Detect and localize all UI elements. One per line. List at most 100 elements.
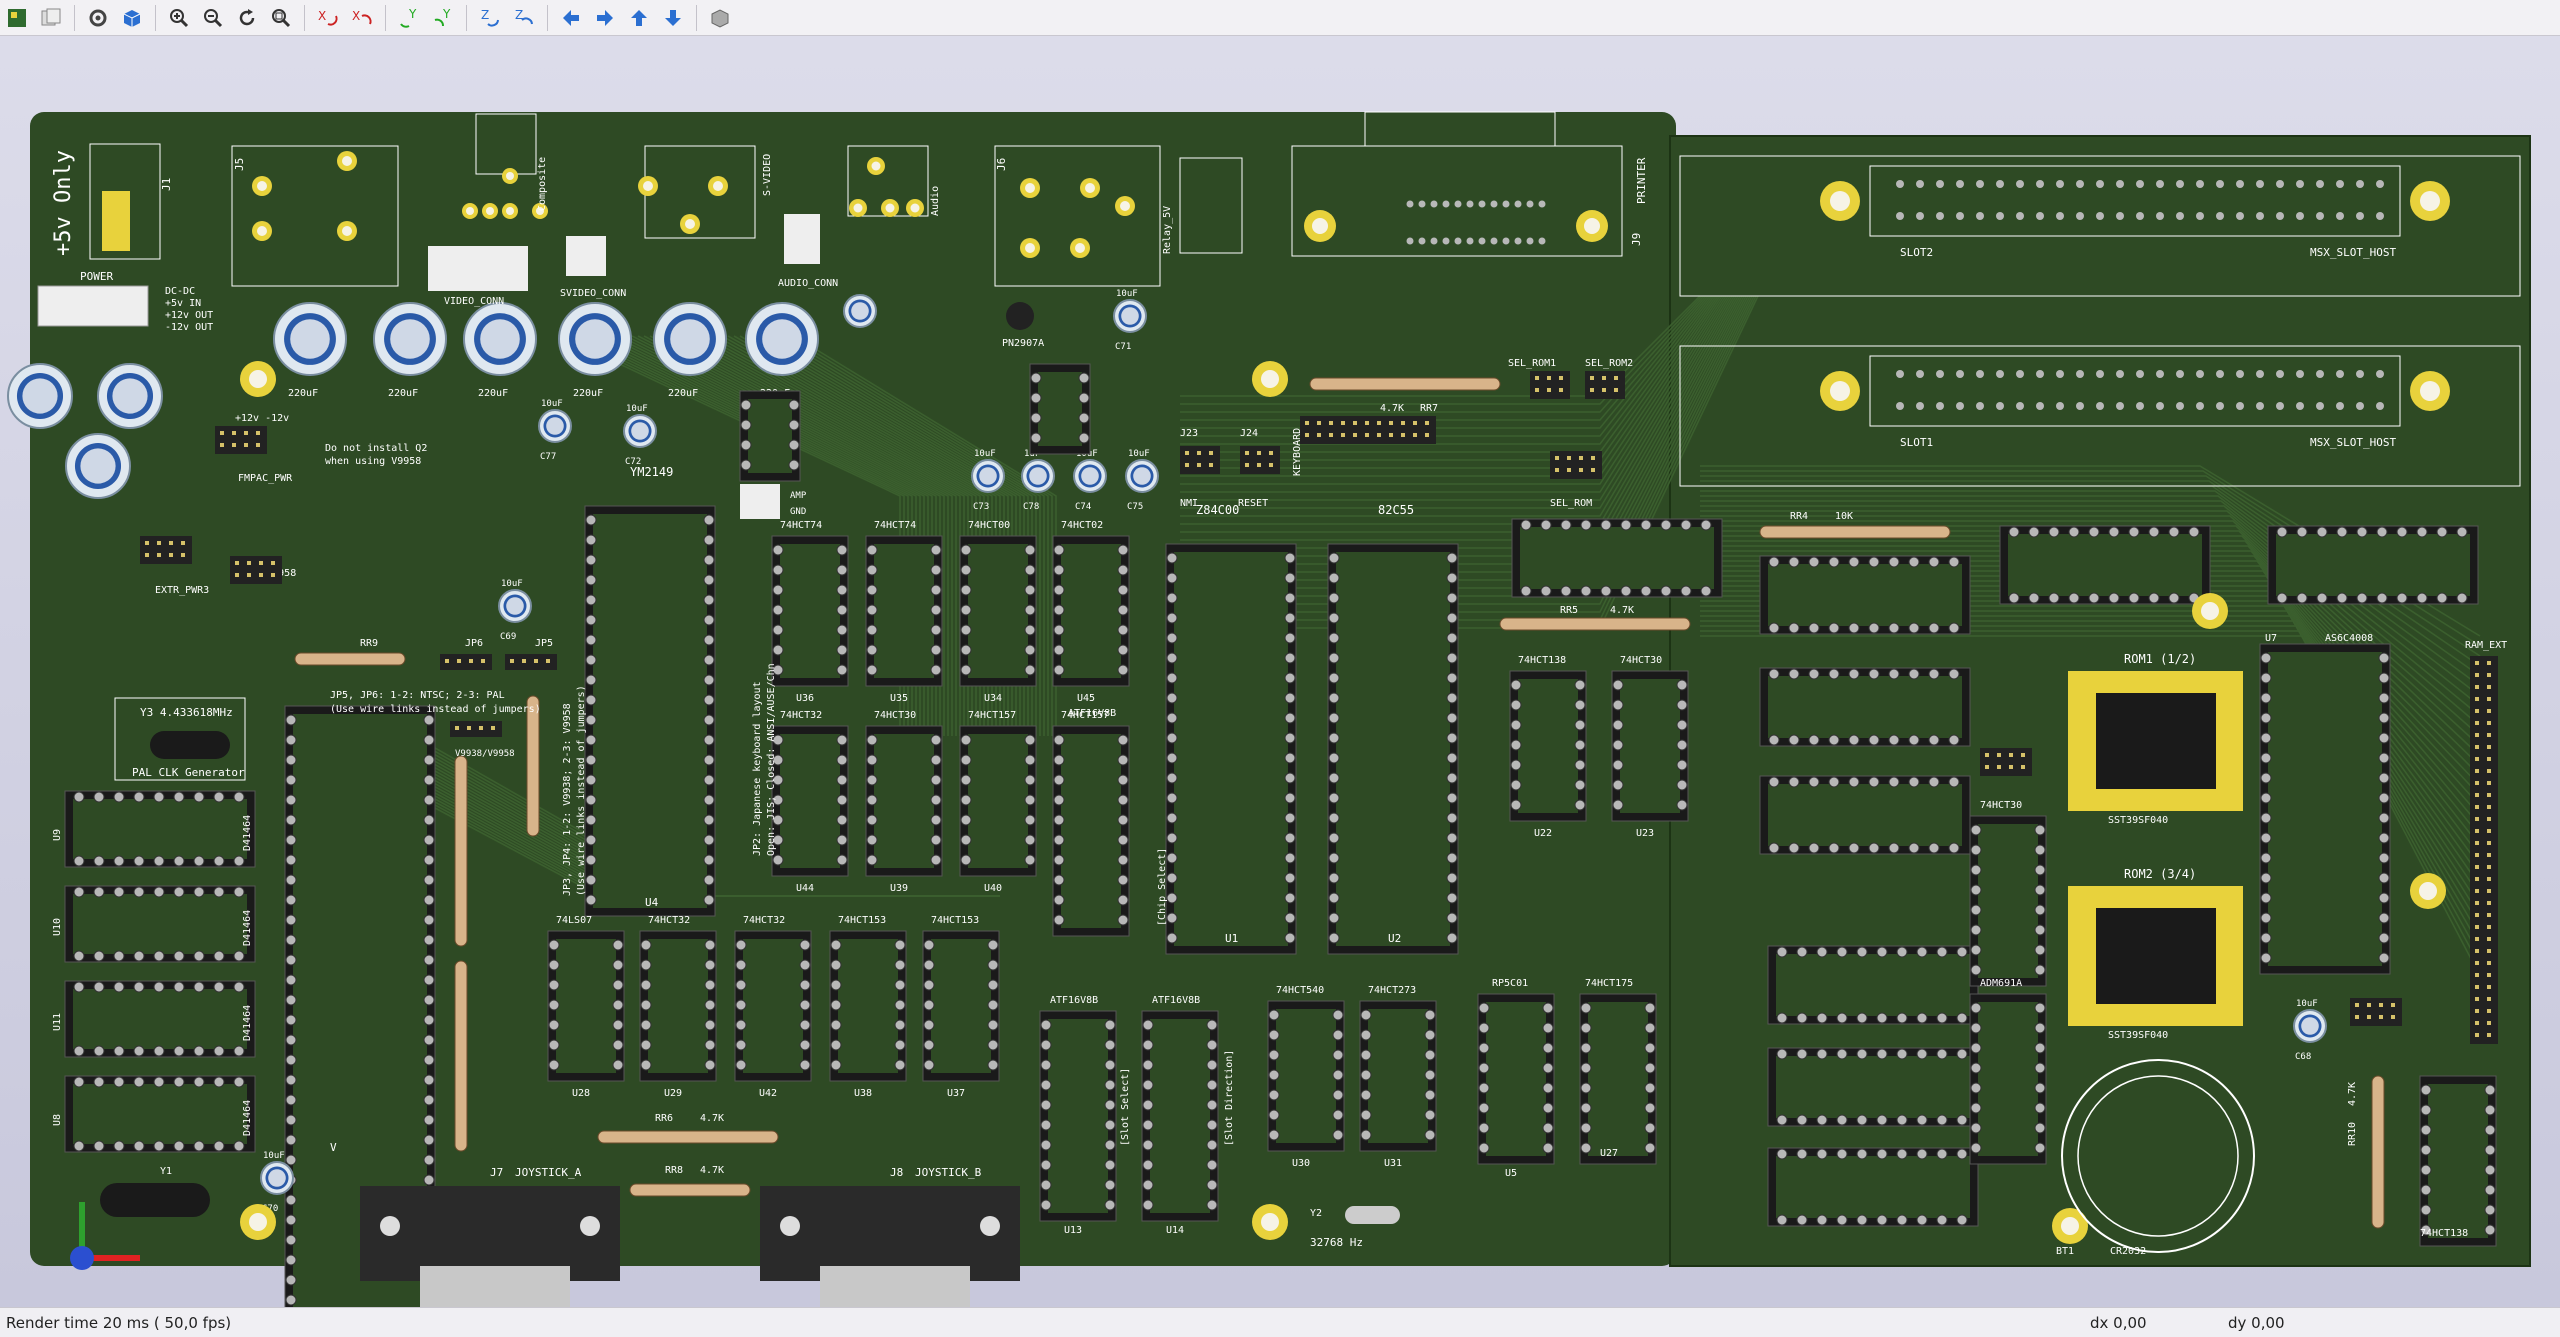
silk-label: U36 (796, 693, 814, 704)
socket-pin (2128, 526, 2140, 538)
socket-cavity (838, 939, 898, 1073)
slot-pin (1896, 212, 1904, 220)
socket-pin (830, 1019, 842, 1031)
zoom-in-button[interactable] (164, 3, 194, 33)
orthographic-button[interactable] (705, 3, 735, 33)
socket-pin (1024, 604, 1036, 616)
slot-pin (2096, 180, 2104, 188)
silk-label: YM2149 (630, 465, 673, 479)
3d-viewport[interactable]: +5v Only J1 POWER DC-DC +5v IN +12v OUT -12v O… (0, 36, 2560, 1307)
socket-pin (1024, 564, 1036, 576)
pcb-view[interactable]: +5v Only J1POWERDC-DC+5v IN+12v OUT-12v O… (0, 36, 2560, 1307)
socket-pin (930, 754, 942, 766)
socket-pin (1580, 1062, 1592, 1074)
resistor-array (1499, 617, 1691, 631)
socket-pin (1956, 946, 1968, 958)
preferences-button[interactable] (83, 3, 113, 33)
socket-pin (612, 1059, 624, 1071)
header-pin (2487, 853, 2491, 857)
rotate-x-ccw-button[interactable]: X (347, 3, 377, 33)
socket-pin (704, 999, 716, 1011)
socket-pin (930, 814, 942, 826)
socket-pin (153, 981, 165, 993)
silk-label: U4 (645, 896, 659, 909)
socket-pin (1104, 1059, 1116, 1071)
capacitor-220uf (745, 302, 819, 376)
socket-pin (740, 459, 752, 471)
socket-pin (1808, 556, 1820, 568)
zoom-fit-button[interactable] (266, 3, 296, 33)
socket-pin (2034, 1062, 2046, 1074)
socket-pin (640, 1039, 652, 1051)
socket-pin (1446, 652, 1458, 664)
socket-pin (1816, 1048, 1828, 1060)
socket-pin (1970, 1042, 1982, 1054)
socket-pin (2378, 652, 2390, 664)
socket-pin (2416, 526, 2428, 538)
socket-cavity (1768, 676, 1962, 738)
socket-pin (1970, 1122, 1982, 1134)
slot-pin (2136, 370, 2144, 378)
socket-pin (1206, 1179, 1218, 1191)
socket-pin (113, 950, 125, 962)
socket-cavity (1776, 954, 1970, 1016)
move-down-button[interactable] (658, 3, 688, 33)
capacitor-small (971, 459, 1005, 493)
socket-pin (1024, 854, 1036, 866)
socket-pin (1166, 852, 1178, 864)
rotate-y-ccw-button[interactable]: Y (428, 3, 458, 33)
socket-pin (1644, 1122, 1656, 1134)
socket-pin (1956, 1214, 1968, 1226)
socket-pin (1166, 792, 1178, 804)
header-pin (2379, 1003, 2383, 1007)
socket-pin (2188, 526, 2200, 538)
silk-label: 220uF (573, 388, 603, 399)
header-pin (1490, 237, 1498, 245)
socket-pin (836, 644, 848, 656)
socket-pin (1024, 624, 1036, 636)
socket-pin (285, 974, 297, 986)
keyboard-header (1300, 416, 1436, 444)
socket-pin (585, 614, 597, 626)
capacitor-220uf (653, 302, 727, 376)
socket-pin (923, 959, 935, 971)
move-up-button[interactable] (624, 3, 654, 33)
rotate-x-cw-button[interactable]: X (313, 3, 343, 33)
header-pin (1478, 200, 1486, 208)
header-pin (1591, 468, 1595, 472)
socket-pin (423, 814, 435, 826)
redraw-button[interactable] (232, 3, 262, 33)
silk-label: Do not install Q2 (325, 443, 427, 454)
socket-pin (1332, 1029, 1344, 1041)
header-pin (2475, 685, 2479, 689)
socket-pin (836, 624, 848, 636)
move-right-button[interactable] (590, 3, 620, 33)
board-setup-button[interactable] (2, 3, 32, 33)
socket-pin (2378, 672, 2390, 684)
rotate-y-cw-button[interactable]: Y (394, 3, 424, 33)
silk-label: V (330, 1141, 337, 1154)
move-left-button[interactable] (556, 3, 586, 33)
socket-pin (1078, 372, 1090, 384)
socket-pin (1970, 824, 1982, 836)
slot-pin (1956, 370, 1964, 378)
rotate-z-ccw-button[interactable]: Z (509, 3, 539, 33)
3d-box-button[interactable] (117, 3, 147, 33)
jp7-header (2350, 998, 2402, 1026)
zoom-out-button[interactable] (198, 3, 228, 33)
header-pin (1245, 463, 1249, 467)
capacitor-c76 (843, 294, 877, 328)
copy-image-button[interactable] (36, 3, 66, 33)
socket-pin (285, 1294, 297, 1306)
header-pin (1305, 421, 1309, 425)
capacitor-220uf (558, 302, 632, 376)
silk-label: U7 (2265, 633, 2277, 644)
socket-pin (1768, 842, 1780, 854)
socket-pin (173, 1076, 185, 1088)
rotate-z-cw-button[interactable]: Z (475, 3, 505, 33)
socket-pin (987, 939, 999, 951)
silk-label: 74HCT00 (968, 520, 1010, 531)
jp8-header (1980, 748, 2032, 776)
slot-pin (2056, 212, 2064, 220)
socket-pin (1446, 592, 1458, 604)
